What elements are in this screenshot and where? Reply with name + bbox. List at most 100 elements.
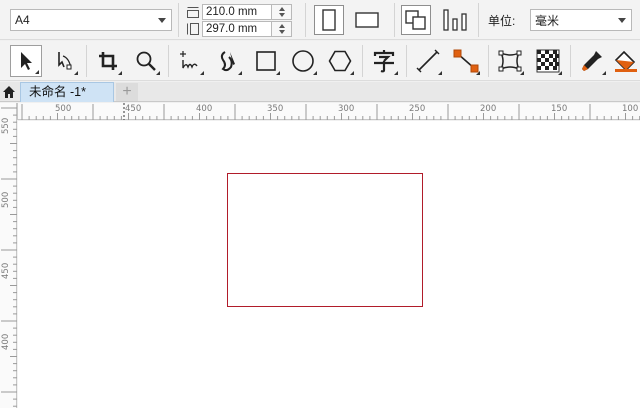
ruler-label: 250 xyxy=(409,104,426,114)
text-tool-button[interactable] xyxy=(368,45,400,77)
unit-select[interactable]: 毫米 xyxy=(530,9,632,31)
flyout-corner-icon xyxy=(476,71,480,75)
shape-tool-icon xyxy=(58,52,72,70)
parallel-dimension-button[interactable] xyxy=(412,45,444,77)
flyout-corner-icon xyxy=(602,71,606,75)
flyout-corner-icon xyxy=(520,71,524,75)
eyedropper-tool-icon xyxy=(582,51,602,71)
freehand-tool-button[interactable] xyxy=(174,45,206,77)
ellipse-tool-icon xyxy=(292,50,314,72)
ruler-label: 400 xyxy=(196,104,213,114)
unit-label: 单位: xyxy=(488,14,516,28)
app-window: A4 210.0 mm 297.0 mm 单位: 毫米 未命名 -1* + 50… xyxy=(0,0,640,408)
ruler-label: 550 xyxy=(1,117,11,134)
separator xyxy=(168,45,169,77)
separator xyxy=(570,45,571,77)
transparency-tool-button[interactable] xyxy=(532,45,564,77)
property-bar: A4 210.0 mm 297.0 mm 单位: 毫米 xyxy=(0,0,640,40)
rectangle-tool-icon xyxy=(256,51,276,71)
tab-document[interactable]: 未命名 -1* xyxy=(20,82,114,102)
flyout-corner-icon xyxy=(394,71,398,75)
shape-tool-button[interactable] xyxy=(48,45,80,77)
parallel-dimension-icon xyxy=(416,49,440,73)
ruler-label: 350 xyxy=(267,104,284,114)
drawing-canvas[interactable] xyxy=(18,121,640,408)
vertical-ruler[interactable]: 550 500 450 400 xyxy=(0,103,17,408)
page-width-spinner[interactable] xyxy=(272,4,292,20)
ruler-label: 450 xyxy=(125,104,142,114)
connector-tool-button[interactable] xyxy=(450,45,482,77)
ellipse-tool-button[interactable] xyxy=(287,45,319,77)
separator xyxy=(86,45,87,77)
artistic-media-button[interactable] xyxy=(212,45,244,77)
ruler-label: 150 xyxy=(551,104,568,114)
landscape-icon xyxy=(355,12,379,28)
all-pages-icon xyxy=(405,10,426,30)
page-width-icon xyxy=(187,7,199,18)
all-pages-button[interactable] xyxy=(401,5,431,35)
paper-size-value: A4 xyxy=(15,13,30,27)
chevron-down-icon[interactable] xyxy=(153,10,171,30)
horizontal-ruler-ticks xyxy=(21,103,640,120)
ruler-label: 500 xyxy=(55,104,72,114)
crop-tool-button[interactable] xyxy=(92,45,124,77)
envelope-tool-button[interactable] xyxy=(494,45,526,77)
ruler-label: 400 xyxy=(1,333,11,350)
welcome-tab-button[interactable] xyxy=(0,82,18,102)
ruler-label: 300 xyxy=(338,104,355,114)
flyout-corner-icon xyxy=(276,71,280,75)
freehand-tool-icon xyxy=(180,51,198,69)
page-height-input[interactable]: 297.0 mm xyxy=(202,21,272,37)
zoom-tool-button[interactable] xyxy=(130,45,162,77)
page-height-row: 297.0 mm xyxy=(186,21,292,37)
page-height-spinner[interactable] xyxy=(272,21,292,37)
portrait-button[interactable] xyxy=(314,5,344,35)
polygon-tool-button[interactable] xyxy=(324,45,356,77)
flyout-corner-icon xyxy=(74,71,78,75)
paper-size-select[interactable]: A4 xyxy=(10,9,172,31)
add-tab-button[interactable]: + xyxy=(116,83,138,101)
unit-value: 毫米 xyxy=(535,13,560,28)
page-width-row: 210.0 mm xyxy=(186,4,292,20)
crop-tool-icon xyxy=(99,52,117,70)
page-width-input[interactable]: 210.0 mm xyxy=(202,4,272,20)
envelope-tool-icon xyxy=(498,50,522,72)
separator xyxy=(478,3,479,37)
ruler-label: 100 xyxy=(622,104,639,114)
fill-tool-button[interactable] xyxy=(612,45,640,77)
pick-tool-button[interactable] xyxy=(10,45,42,77)
separator xyxy=(178,3,179,37)
horizontal-ruler[interactable]: 500 450 400 350 300 250 200 150 100 xyxy=(18,103,640,120)
chevron-down-icon[interactable] xyxy=(613,10,631,30)
toolbox xyxy=(0,41,640,81)
flyout-corner-icon xyxy=(313,71,317,75)
pick-tool-icon xyxy=(21,52,32,70)
transparency-tool-icon xyxy=(536,49,560,73)
polygon-tool-icon xyxy=(328,50,352,72)
flyout-corner-icon xyxy=(438,71,442,75)
ruler-label: 450 xyxy=(1,262,11,279)
flyout-corner-icon xyxy=(156,71,160,75)
home-icon xyxy=(3,86,15,98)
vertical-ruler-ticks xyxy=(1,107,17,407)
separator xyxy=(406,45,407,77)
tab-document-label: 未命名 -1* xyxy=(29,85,86,99)
separator xyxy=(305,3,306,37)
portrait-icon xyxy=(322,9,336,31)
landscape-button[interactable] xyxy=(352,5,382,35)
eyedropper-tool-button[interactable] xyxy=(576,45,608,77)
artistic-media-icon xyxy=(220,51,235,72)
flyout-corner-icon xyxy=(558,71,562,75)
zoom-tool-icon xyxy=(136,51,156,71)
ruler-label: 500 xyxy=(1,191,11,208)
document-tab-bar: 未命名 -1* + xyxy=(0,82,640,102)
separator xyxy=(362,45,363,77)
rectangle-tool-button[interactable] xyxy=(250,45,282,77)
text-tool-icon xyxy=(373,50,395,73)
page-height-icon xyxy=(187,23,199,35)
current-page-button[interactable] xyxy=(440,5,470,35)
separator xyxy=(394,3,395,37)
flyout-corner-icon xyxy=(350,71,354,75)
rectangle-shape[interactable] xyxy=(227,173,423,307)
flyout-corner-icon xyxy=(35,70,39,74)
